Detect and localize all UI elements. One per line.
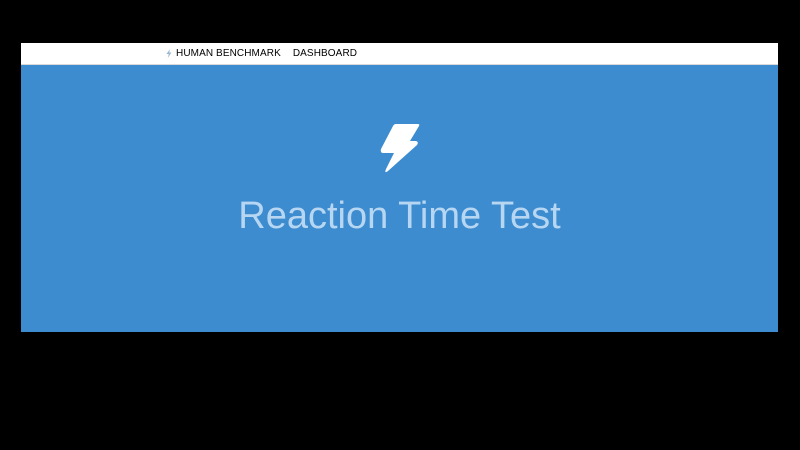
- home-logo-link[interactable]: HUMAN BENCHMARK: [166, 48, 281, 59]
- browser-viewport: HUMAN BENCHMARK DASHBOARD Reaction Time …: [21, 43, 778, 332]
- top-navbar: HUMAN BENCHMARK DASHBOARD: [21, 43, 778, 65]
- bolt-icon: [166, 49, 172, 58]
- home-logo-label: HUMAN BENCHMARK: [176, 48, 281, 59]
- dashboard-link[interactable]: DASHBOARD: [293, 48, 357, 59]
- bolt-icon: [380, 124, 420, 173]
- test-title: Reaction Time Test: [238, 195, 561, 237]
- navbar-links: HUMAN BENCHMARK DASHBOARD: [166, 43, 357, 64]
- reaction-test-area[interactable]: Reaction Time Test: [21, 65, 778, 332]
